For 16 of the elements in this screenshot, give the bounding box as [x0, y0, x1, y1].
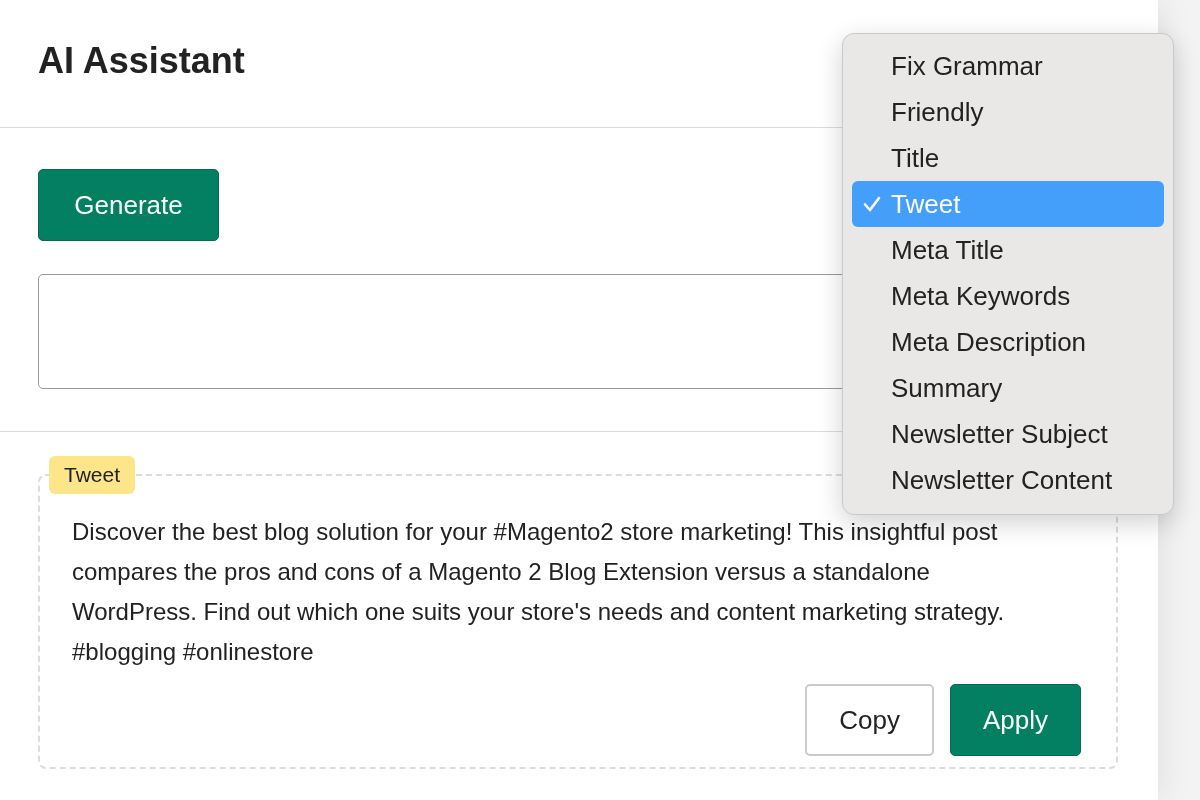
menu-item[interactable]: Newsletter Content [852, 457, 1164, 503]
menu-item[interactable]: Meta Title [852, 227, 1164, 273]
menu-item[interactable]: Friendly [852, 89, 1164, 135]
panel-title: AI Assistant [38, 39, 245, 83]
checkmark-icon [863, 196, 881, 212]
menu-item[interactable]: Fix Grammar [852, 43, 1164, 89]
generate-button[interactable]: Generate [38, 169, 219, 241]
apply-button[interactable]: Apply [949, 684, 1081, 756]
result-badge: Tweet [49, 456, 136, 494]
menu-item[interactable]: Meta Keywords [852, 273, 1164, 319]
menu-item[interactable]: Summary [852, 365, 1164, 411]
menu-item[interactable]: Newsletter Subject [852, 411, 1164, 457]
menu-item[interactable]: Title [852, 135, 1164, 181]
result-text: Discover the best blog solution for your #Magento2 store marketing! This insightful post compares the pros and cons of a Magento 2 Blog Extension versus a standalone WordPress. Find out which one suits your store's needs and content marketing strategy. #blogging #onlinestore [72, 517, 1006, 667]
menu-item[interactable]: Meta Description [852, 319, 1164, 365]
copy-button[interactable]: Copy [805, 684, 934, 756]
